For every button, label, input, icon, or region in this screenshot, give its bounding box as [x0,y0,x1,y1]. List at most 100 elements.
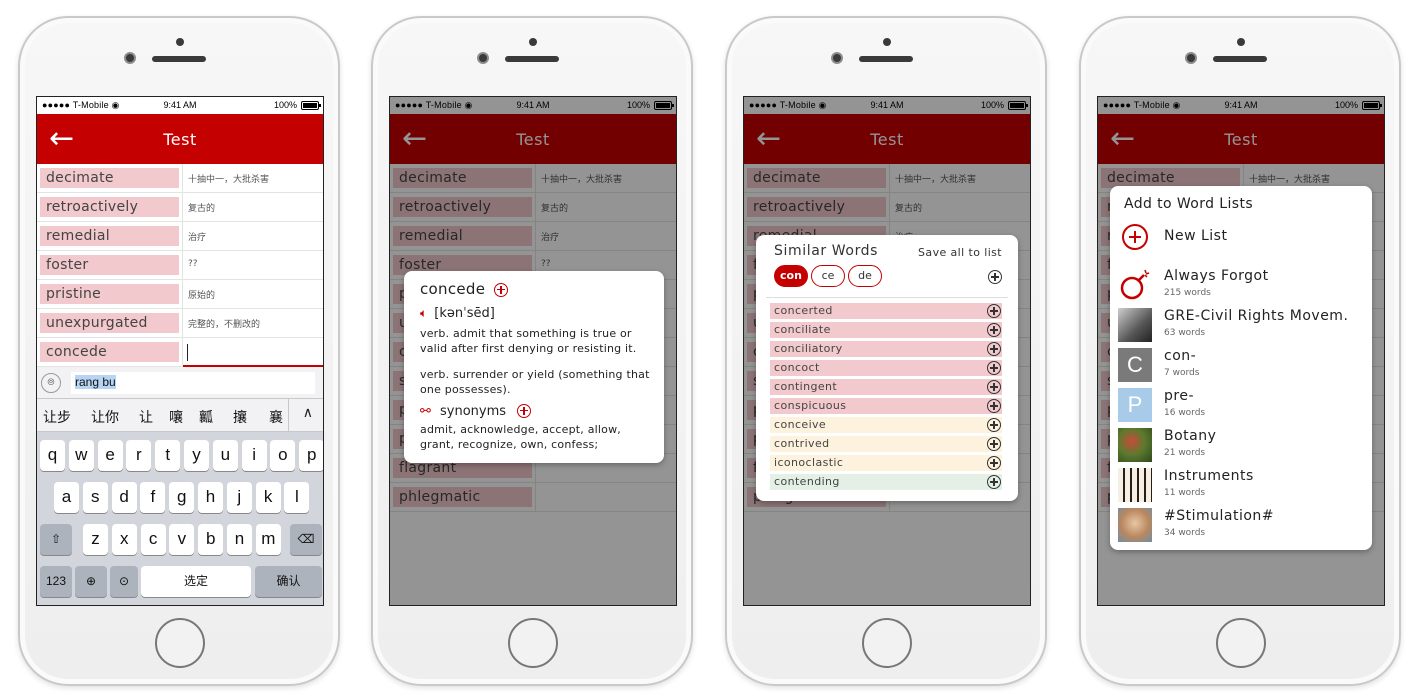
key-u[interactable]: u [212,440,238,471]
key-i[interactable]: i [241,440,267,471]
word-list-item[interactable]: Ccon- 7 words [1118,346,1364,384]
add-similar-word-icon[interactable] [987,399,1001,413]
key-w[interactable]: w [68,440,94,471]
chip-con[interactable]: con [774,265,808,287]
word-list-item[interactable]: GRE-Civil Rights Movem. 63 words [1118,306,1364,344]
key-c[interactable]: c [140,524,166,555]
key-y[interactable]: y [184,440,209,471]
candidate-item[interactable]: 让步 [43,407,71,427]
table-row[interactable]: remedial 治疗 [37,222,323,251]
home-button[interactable] [508,618,558,668]
word-list-count: 34 words [1164,528,1206,538]
home-button[interactable] [1216,618,1266,668]
add-synonyms-icon[interactable] [517,403,532,418]
key-l[interactable]: l [284,482,310,513]
similar-word-item[interactable]: conciliate [770,322,1002,338]
word-list-item[interactable]: Ppre- 16 words [1118,386,1364,424]
home-button[interactable] [155,618,205,668]
pinyin-bar: ⦾ rang bu [37,367,323,399]
space-key[interactable]: 选定 [141,566,251,597]
similar-word-item[interactable]: conciliatory [770,341,1002,357]
key-h[interactable]: h [198,482,223,513]
globe-icon[interactable]: ⊕ [75,566,107,597]
pinyin-input[interactable]: rang bu [71,372,315,394]
word-cell: remedial [40,226,179,246]
key-m[interactable]: m [255,524,281,555]
word-list-item[interactable]: #Stimulation# 34 words [1118,506,1364,544]
add-similar-word-icon[interactable] [987,380,1001,394]
add-similar-word-icon[interactable] [987,304,1001,318]
page-title: Test [163,130,197,149]
table-row[interactable]: foster?? [37,251,323,280]
add-similar-word-icon[interactable] [987,323,1001,337]
similar-word-item[interactable]: concoct [770,360,1002,376]
confirm-key[interactable]: 确认 [255,566,322,597]
microphone-icon[interactable]: ⊙ [110,566,138,597]
table-row[interactable]: unexpurgated 完整的，不删改的 [37,309,323,338]
save-all-button[interactable]: Save all to list [918,246,1002,259]
similar-word-item[interactable]: conspicuous [770,398,1002,414]
word-list-item[interactable]: Always Forgot 215 words [1118,266,1364,304]
key-b[interactable]: b [198,524,224,555]
key-z[interactable]: z [83,524,108,555]
key-k[interactable]: k [255,482,281,513]
backspace-icon[interactable]: ⌫ [290,524,322,555]
similar-word-item[interactable]: conceive [770,417,1002,433]
table-row[interactable]: concede [37,338,323,367]
candidate-item[interactable]: 瓤 [199,407,213,427]
table-row[interactable]: decimate 十抽中一，大批杀害 [37,164,323,193]
cell-divider [182,222,183,250]
add-similar-word-icon[interactable] [987,361,1001,375]
similar-word-item[interactable]: contending [770,474,1002,490]
shift-icon[interactable]: ⇧ [40,524,72,555]
candidate-item[interactable]: 襄 [269,407,283,427]
key-x[interactable]: x [111,524,137,555]
key-o[interactable]: o [270,440,296,471]
add-similar-word-icon[interactable] [987,418,1001,432]
home-button[interactable] [862,618,912,668]
add-chip-icon[interactable] [988,270,1002,284]
add-similar-word-icon[interactable] [987,437,1001,451]
key-a[interactable]: a [54,482,79,513]
meaning-cell: ?? [188,259,198,269]
key-j[interactable]: j [226,482,252,513]
speaker-icon[interactable]: 🔈︎ [420,306,427,320]
candidate-item[interactable]: 让 [139,407,153,427]
phone-speaker [859,56,913,62]
add-similar-word-icon[interactable] [987,456,1001,470]
candidate-item[interactable]: 攘 [233,407,247,427]
add-similar-word-icon[interactable] [987,342,1001,356]
phone-sensor [1237,38,1245,46]
key-e[interactable]: e [97,440,123,471]
add-similar-word-icon[interactable] [987,475,1001,489]
similar-word-item[interactable]: iconoclastic [770,455,1002,471]
key-v[interactable]: v [169,524,195,555]
key-n[interactable]: n [227,524,252,555]
key-t[interactable]: t [155,440,181,471]
similar-word-item[interactable]: contingent [770,379,1002,395]
key-d[interactable]: d [111,482,137,513]
key-s[interactable]: s [82,482,108,513]
table-row[interactable]: retroactively 复古的 [37,193,323,222]
word-list-item[interactable]: Instruments 11 words [1118,466,1364,504]
new-list-button[interactable]: New List [1118,222,1364,260]
table-row[interactable]: pristine 原始的 [37,280,323,309]
word-list-item[interactable]: Botany 21 words [1118,426,1364,464]
numbers-key[interactable]: 123 [40,566,72,597]
chip-de[interactable]: de [848,265,882,287]
chip-ce[interactable]: ce [811,265,845,287]
key-g[interactable]: g [169,482,195,513]
key-r[interactable]: r [126,440,152,471]
add-word-icon[interactable] [494,282,509,297]
key-q[interactable]: q [40,440,65,471]
definition-popup: concede 🔈︎ [kənˈsēd] verb. admit that so… [404,271,664,463]
similar-word-item[interactable]: contrived [770,436,1002,452]
key-p[interactable]: p [299,440,323,471]
voice-input-icon[interactable]: ⦾ [41,373,61,393]
candidate-item[interactable]: 嚷 [169,407,183,427]
similar-word-item[interactable]: concerted [770,303,1002,319]
keyboard-keys: q w e r t y u i o p a s d f g h j k l ⇧ z x c v b n m ⌫ 123 ⊕ ⊙ 选定 确认 [37,432,323,605]
key-f[interactable]: f [140,482,166,513]
candidate-item[interactable]: 让你 [91,407,119,427]
chevron-up-icon[interactable]: ∧ [303,405,313,421]
